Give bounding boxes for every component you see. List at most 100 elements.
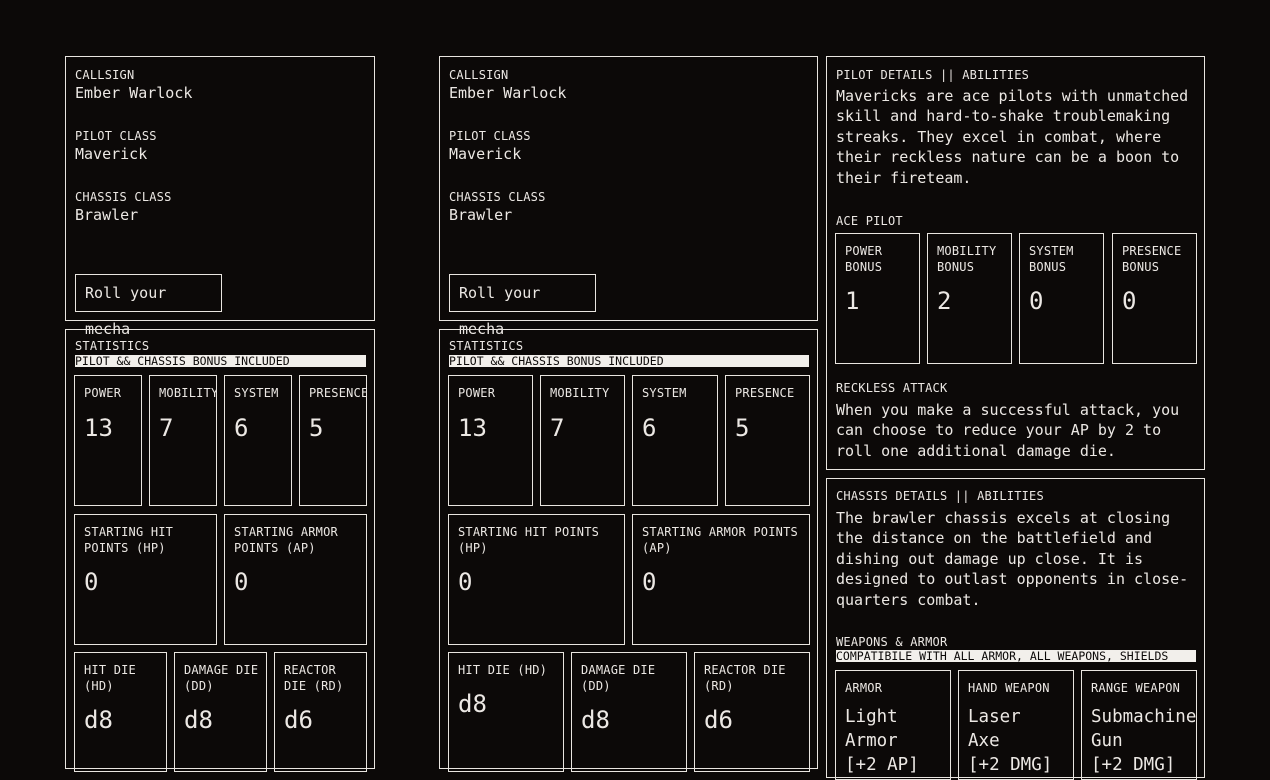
points-label: STARTING ARMOR POINTS (AP) — [642, 525, 798, 555]
stat-mobility: MOBILITY 7 — [540, 375, 625, 506]
callsign-label: CALLSIGN — [449, 68, 509, 82]
item-label: RANGE WEAPON — [1091, 681, 1181, 695]
roll-mecha-button[interactable]: Roll your mecha — [75, 274, 222, 338]
stat-label: PRESENCE — [309, 386, 367, 400]
hand-weapon-slot: HAND WEAPON Laser Axe [+2 DMG] — [958, 670, 1074, 780]
roll-mecha-button[interactable]: Roll your mecha — [449, 274, 596, 338]
starting-hit-points: STARTING HIT POINTS (HP) 0 — [74, 514, 217, 645]
bonus-value: 0 — [1122, 287, 1137, 315]
bonus-value: 1 — [845, 287, 860, 315]
item-label: HAND WEAPON — [968, 681, 1050, 695]
stat-label: MOBILITY — [159, 386, 217, 400]
ability-text: When you make a successful attack, you c… — [836, 401, 1180, 460]
damage-die: DAMAGE DIE (DD) d8 — [174, 652, 267, 772]
statistics-title: STATISTICS — [75, 339, 150, 353]
stat-system: SYSTEM 6 — [224, 375, 292, 506]
presence-bonus: PRESENCE BONUS 0 — [1112, 233, 1197, 364]
die-label: DAMAGE DIE (DD) — [581, 663, 656, 693]
stat-power: POWER 13 — [448, 375, 533, 506]
points-value: 0 — [234, 568, 249, 596]
stat-system: SYSTEM 6 — [632, 375, 718, 506]
armor-slot: ARMOR Light Armor [+2 AP] — [835, 670, 951, 780]
statistics-note: PILOT && CHASSIS BONUS INCLUDED — [449, 355, 809, 367]
die-label: HIT DIE (HD) — [458, 663, 548, 677]
points-label: STARTING ARMOR POINTS (AP) — [234, 525, 338, 555]
bonus-label: MOBILITY BONUS — [937, 244, 997, 274]
reactor-die: REACTOR DIE (RD) d6 — [694, 652, 810, 772]
chassis-description: The brawler chassis excels at closing th… — [836, 509, 1189, 609]
chassis-class-label: CHASSIS CLASS — [75, 190, 172, 204]
weapons-compatibility-note: COMPATIBILE WITH ALL ARMOR, ALL WEAPONS,… — [836, 650, 1196, 662]
bonus-label: SYSTEM BONUS — [1029, 244, 1074, 274]
stat-value: 5 — [309, 414, 324, 442]
die-value: d8 — [581, 706, 610, 734]
die-value: d8 — [84, 706, 113, 734]
chassis-details-panel: CHASSIS DETAILS || ABILITIES The brawler… — [826, 478, 1205, 780]
stat-presence: PRESENCE 5 — [725, 375, 810, 506]
statistics-panel-middle: STATISTICS PILOT && CHASSIS BONUS INCLUD… — [439, 329, 818, 772]
ace-pilot-title: ACE PILOT — [836, 214, 903, 228]
stat-value: 6 — [234, 414, 249, 442]
hit-die: HIT DIE (HD) d8 — [74, 652, 167, 772]
pilot-class-value: Maverick — [75, 145, 148, 163]
statistics-panel-left: STATISTICS PILOT && CHASSIS BONUS INCLUD… — [65, 329, 375, 772]
stat-power: POWER 13 — [74, 375, 142, 506]
bonus-label: PRESENCE BONUS — [1122, 244, 1182, 274]
points-label: STARTING HIT POINTS (HP) — [458, 525, 600, 555]
stat-value: 7 — [159, 414, 174, 442]
die-label: REACTOR DIE (RD) — [704, 663, 786, 693]
chassis-class-value: Brawler — [449, 206, 513, 224]
stat-label: POWER — [84, 386, 122, 400]
bonus-value: 2 — [937, 287, 952, 315]
die-value: d6 — [284, 706, 313, 734]
range-weapon-slot: RANGE WEAPON Submachine Gun [+2 DMG] — [1081, 670, 1197, 780]
stat-label: PRESENCE — [735, 386, 795, 400]
item-value: Submachine Gun [+2 DMG] — [1091, 707, 1197, 775]
die-label: REACTOR DIE (RD) — [284, 663, 344, 693]
character-panel-left: CALLSIGN Ember Warlock PILOT CLASS Maver… — [65, 56, 375, 338]
stat-label: MOBILITY — [550, 386, 610, 400]
statistics-note: PILOT && CHASSIS BONUS INCLUDED — [75, 355, 366, 367]
points-value: 0 — [458, 568, 473, 596]
chassis-class-value: Brawler — [75, 206, 139, 224]
pilot-class-value: Maverick — [449, 145, 522, 163]
character-panel-middle: CALLSIGN Ember Warlock PILOT CLASS Maver… — [439, 56, 818, 338]
item-label: ARMOR — [845, 681, 883, 695]
starting-hit-points: STARTING HIT POINTS (HP) 0 — [448, 514, 625, 645]
die-value: d6 — [704, 706, 733, 734]
die-label: HIT DIE (HD) — [84, 663, 136, 693]
starting-armor-points: STARTING ARMOR POINTS (AP) 0 — [632, 514, 810, 645]
die-label: DAMAGE DIE (DD) — [184, 663, 259, 693]
points-value: 0 — [642, 568, 657, 596]
die-value: d8 — [458, 690, 487, 718]
bonus-value: 0 — [1029, 287, 1044, 315]
stat-mobility: MOBILITY 7 — [149, 375, 217, 506]
stat-value: 6 — [642, 414, 657, 442]
chassis-class-label: CHASSIS CLASS — [449, 190, 546, 204]
bonus-label: POWER BONUS — [845, 244, 883, 274]
reactor-die: REACTOR DIE (RD) d6 — [274, 652, 367, 772]
callsign-value: Ember Warlock — [449, 84, 567, 102]
system-bonus: SYSTEM BONUS 0 — [1019, 233, 1104, 364]
chassis-details-title: CHASSIS DETAILS || ABILITIES — [836, 489, 1044, 503]
stat-value: 7 — [550, 414, 565, 442]
statistics-title: STATISTICS — [449, 339, 524, 353]
callsign-value: Ember Warlock — [75, 84, 193, 102]
mobility-bonus: MOBILITY BONUS 2 — [927, 233, 1012, 364]
points-label: STARTING HIT POINTS (HP) — [84, 525, 174, 555]
starting-armor-points: STARTING ARMOR POINTS (AP) 0 — [224, 514, 367, 645]
item-value: Light Armor [+2 AP] — [845, 707, 919, 775]
item-value: Laser Axe [+2 DMG] — [968, 707, 1053, 775]
damage-die: DAMAGE DIE (DD) d8 — [571, 652, 687, 772]
pilot-class-label: PILOT CLASS — [75, 129, 157, 143]
stat-value: 5 — [735, 414, 750, 442]
stat-label: SYSTEM — [234, 386, 279, 400]
ability-title: RECKLESS ATTACK — [836, 381, 948, 395]
points-value: 0 — [84, 568, 99, 596]
stat-value: 13 — [84, 414, 113, 442]
die-value: d8 — [184, 706, 213, 734]
pilot-description: Mavericks are ace pilots with unmatched … — [836, 87, 1189, 187]
pilot-class-label: PILOT CLASS — [449, 129, 531, 143]
weapons-armor-title: WEAPONS & ARMOR — [836, 635, 948, 649]
callsign-label: CALLSIGN — [75, 68, 135, 82]
